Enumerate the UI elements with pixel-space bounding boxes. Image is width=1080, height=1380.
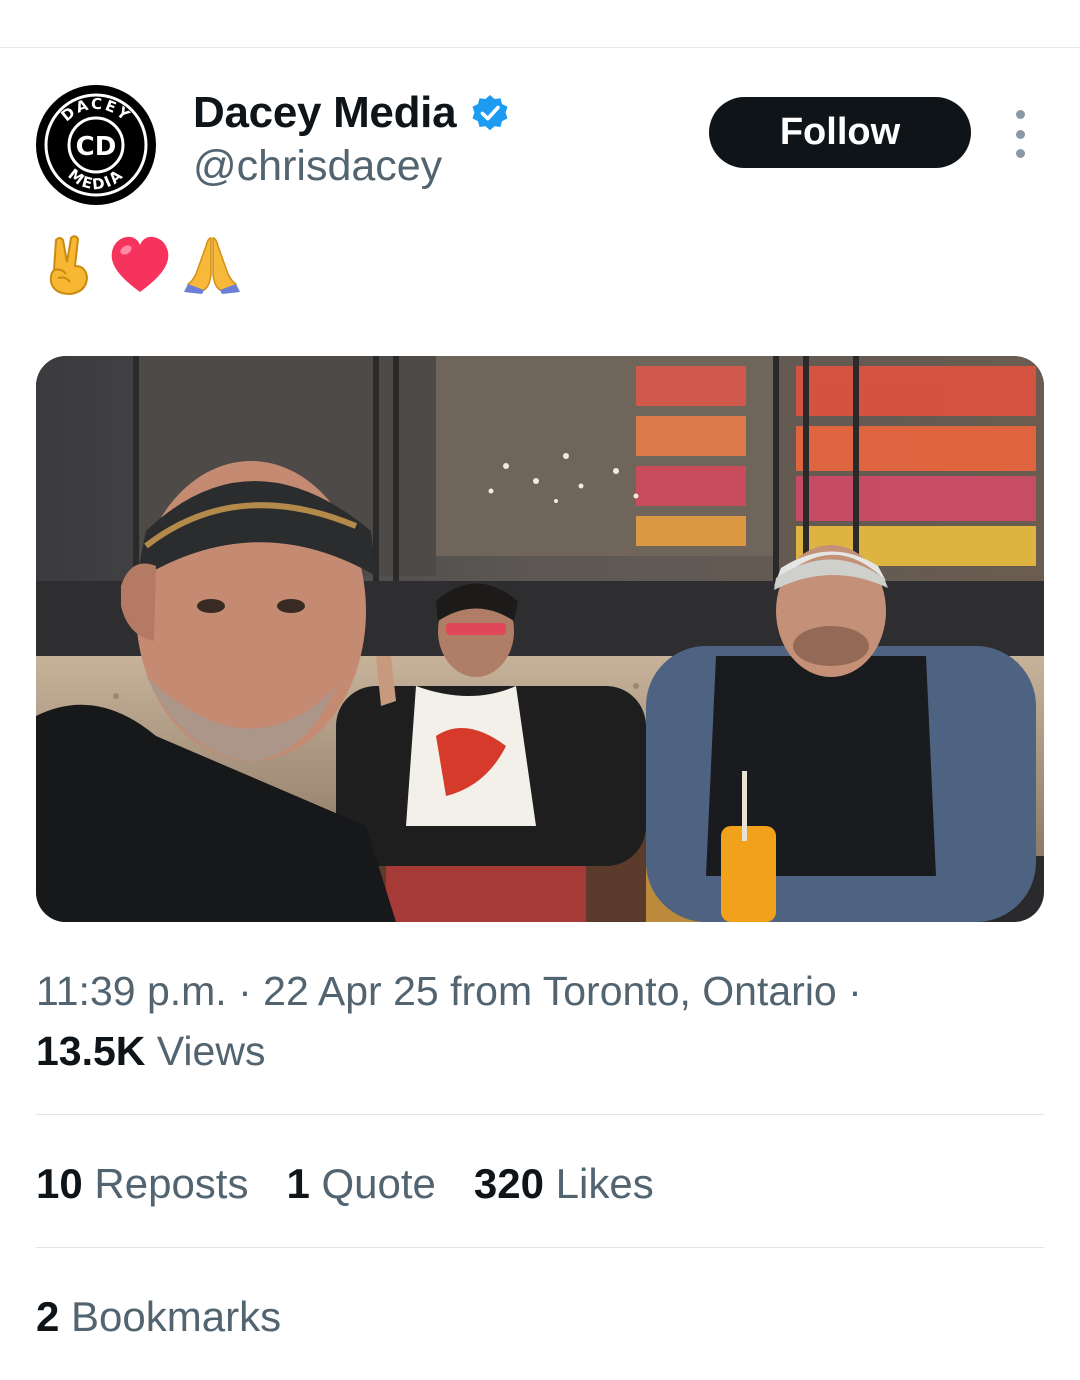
- post-photo[interactable]: [36, 356, 1044, 922]
- quotes-stat[interactable]: 1 Quote: [286, 1160, 435, 1208]
- reposts-count: 10: [36, 1160, 83, 1207]
- restaurant-selfie-photo: [36, 356, 1044, 922]
- svg-text:CD: CD: [76, 132, 117, 162]
- author-avatar[interactable]: DACEY MEDIA CD: [36, 85, 156, 205]
- meta-separator-2: ·: [848, 968, 862, 1014]
- post-text: [40, 232, 242, 298]
- divider: [36, 1114, 1044, 1115]
- divider: [36, 1247, 1044, 1248]
- victory-hand-emoji: [49, 235, 89, 296]
- views-count[interactable]: 13.5K Views: [36, 1028, 265, 1075]
- top-divider: [0, 47, 1080, 48]
- likes-count: 320: [473, 1160, 544, 1207]
- author-display-name[interactable]: Dacey Media: [193, 88, 510, 138]
- post-time[interactable]: 11:39 p.m.: [36, 968, 227, 1014]
- meta-separator: ·: [238, 968, 252, 1014]
- post-timestamp-line: 11:39 p.m. · 22 Apr 25 from Toronto, Ont…: [36, 968, 862, 1015]
- bookmarks-label: Bookmarks: [71, 1293, 282, 1340]
- post-location: from Toronto, Ontario: [450, 968, 837, 1014]
- verified-badge-icon: [472, 95, 508, 131]
- more-options-icon[interactable]: [1005, 110, 1035, 158]
- quotes-count: 1: [286, 1160, 310, 1207]
- bookmarks-count: 2: [36, 1293, 60, 1340]
- author-handle[interactable]: @chrisdacey: [193, 142, 442, 191]
- follow-button[interactable]: Follow: [709, 97, 971, 168]
- quotes-label: Quote: [321, 1160, 436, 1207]
- red-heart-emoji: [111, 236, 169, 292]
- reposts-stat[interactable]: 10 Reposts: [36, 1160, 248, 1208]
- reposts-label: Reposts: [94, 1160, 249, 1207]
- bookmarks-stat[interactable]: 2 Bookmarks: [36, 1293, 281, 1341]
- folded-hands-emoji: [184, 237, 240, 294]
- views-label: Views: [156, 1028, 266, 1074]
- dacey-media-logo: DACEY MEDIA CD: [40, 89, 152, 201]
- post-date[interactable]: 22 Apr 25: [263, 968, 439, 1014]
- views-number: 13.5K: [36, 1028, 146, 1074]
- author-name-text[interactable]: Dacey Media: [193, 88, 457, 138]
- likes-stat[interactable]: 320 Likes: [474, 1160, 654, 1208]
- likes-label: Likes: [555, 1160, 654, 1207]
- engagement-stats: 10 Reposts 1 Quote 320 Likes: [36, 1160, 654, 1208]
